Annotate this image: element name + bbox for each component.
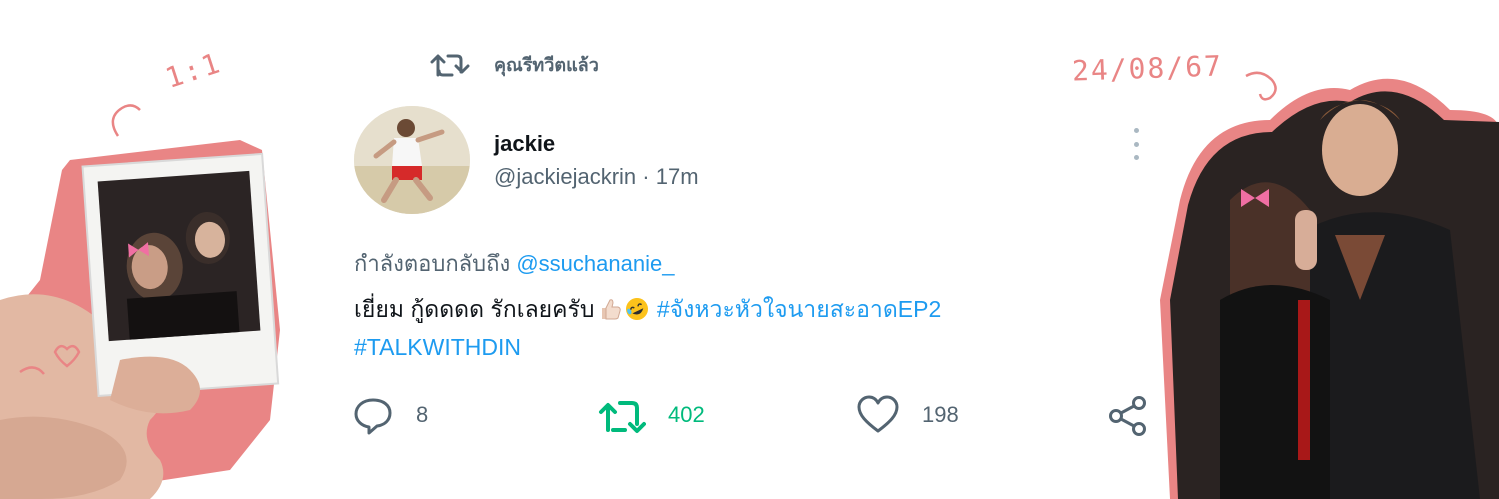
more-dot [1133, 141, 1139, 147]
reply-icon [354, 398, 392, 435]
more-options-icon[interactable] [1126, 128, 1146, 160]
tweet-body: เยี่ยม กู้ดดดด รักเลยครับ [354, 296, 595, 322]
tweet-text: เยี่ยม กู้ดดดด รักเลยครับ #จังหวะหัวใจนา… [354, 290, 1114, 366]
polaroid-in-hand-illustration [0, 104, 280, 499]
replying-to-label: กำลังตอบกลับถึง [354, 251, 511, 276]
like-button[interactable]: 198 [856, 394, 959, 436]
more-dot [1133, 128, 1139, 133]
retweet-button[interactable]: 402 [598, 394, 705, 436]
hashtag-link[interactable]: #TALKWITHDIN [354, 334, 521, 360]
handle-line: @jackiejackrin · 17m [494, 160, 699, 194]
tweet-action-bar: 8 402 198 [352, 394, 1152, 440]
retweet-header-label: คุณรีทวีตแล้ว [494, 54, 599, 75]
retweet-icon [430, 54, 470, 77]
display-name[interactable]: jackie [494, 130, 699, 158]
replying-to: กำลังตอบกลับถึง @ssuchananie_ [354, 246, 674, 281]
share-button[interactable] [1106, 394, 1150, 438]
separator-dot: · [636, 164, 656, 189]
retweet-header: คุณรีทวีตแล้ว [430, 48, 599, 80]
tweet-time[interactable]: 17m [656, 164, 699, 189]
tweet-author: jackie @jackiejackrin · 17m [494, 130, 699, 194]
rolling-laughing-emoji-icon [626, 298, 649, 320]
like-count: 198 [922, 402, 959, 427]
reply-button[interactable]: 8 [352, 394, 428, 436]
left-decorative-photo [0, 0, 300, 499]
reply-mention-link[interactable]: @ssuchananie_ [516, 251, 674, 276]
retweet-icon [599, 401, 646, 433]
avatar[interactable] [354, 106, 470, 214]
thumbs-up-emoji-icon [602, 299, 622, 320]
retweet-count: 402 [668, 402, 705, 427]
share-icon [1109, 396, 1146, 436]
heart-icon [857, 395, 899, 433]
more-dot [1133, 155, 1139, 160]
hashtag-link[interactable]: #จังหวะหัวใจนายสะอาดEP2 [657, 296, 941, 322]
reply-count: 8 [416, 402, 429, 427]
avatar-photo [354, 106, 470, 214]
right-decorative-photo [1160, 0, 1499, 499]
user-handle[interactable]: @jackiejackrin [494, 164, 636, 189]
couple-photo-illustration [1160, 71, 1499, 499]
